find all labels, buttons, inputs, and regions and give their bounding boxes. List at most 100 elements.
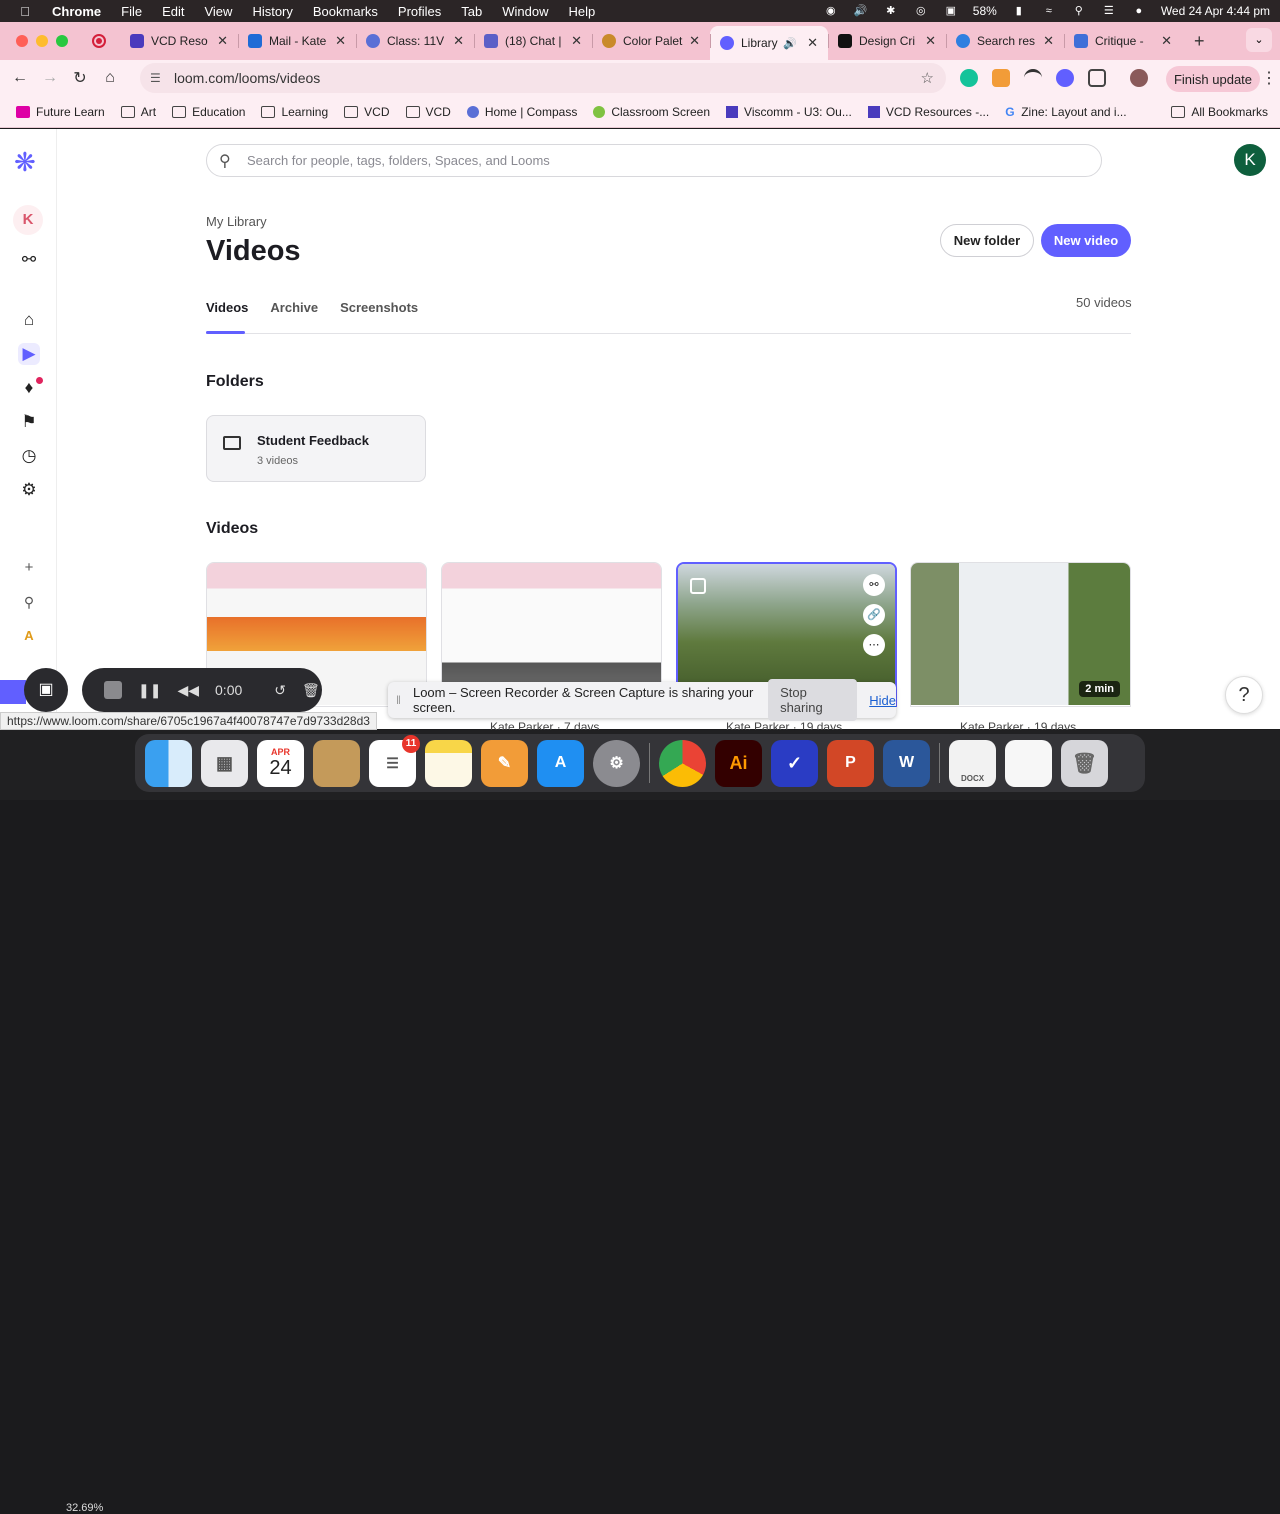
loom-extension-icon[interactable] (1056, 69, 1074, 87)
help-question-icon[interactable]: ? (1225, 676, 1263, 714)
bookmark-folder[interactable]: Education (172, 105, 245, 119)
rewind-icon[interactable]: ◀◀ (177, 682, 199, 699)
settings-gear-icon[interactable]: ⚙ (18, 479, 40, 501)
close-tab-icon[interactable]: ✕ (925, 33, 936, 49)
pause-icon[interactable]: ❚❚ (138, 682, 161, 699)
browser-tab[interactable]: Color Palet ✕ (592, 26, 710, 56)
minimize-window-button[interactable] (36, 35, 48, 47)
browser-tab[interactable]: (18) Chat | ✕ (474, 26, 592, 56)
documents-stack-icon[interactable] (1005, 739, 1052, 787)
user-avatar[interactable]: K (1234, 144, 1266, 176)
copy-link-icon[interactable]: 🔗 (863, 604, 885, 626)
loom-logo-icon[interactable]: ❋ (14, 147, 36, 178)
video-card[interactable]: 2 min (910, 562, 1131, 707)
select-checkbox[interactable] (690, 578, 706, 594)
browser-tab[interactable]: Mail - Kate ✕ (238, 26, 356, 56)
launchpad-icon[interactable]: ▦ (201, 739, 248, 787)
display-icon[interactable]: ▣ (943, 5, 959, 17)
all-bookmarks[interactable]: All Bookmarks (1171, 105, 1268, 119)
drag-handle-icon[interactable]: ‖ (396, 693, 401, 707)
pages-icon[interactable]: ✎ (481, 739, 528, 787)
notes-icon[interactable] (425, 739, 472, 787)
menu-bookmarks[interactable]: Bookmarks (313, 4, 378, 19)
extensions-puzzle-icon[interactable] (1088, 69, 1106, 87)
address-bar[interactable]: ☰ loom.com/looms/videos ☆ (140, 63, 946, 93)
library-icon[interactable]: ▶ (18, 343, 40, 365)
close-tab-icon[interactable]: ✕ (689, 33, 700, 49)
bookmark-folder[interactable]: Art (120, 105, 156, 119)
browser-tab-active[interactable]: Library 🔊 ✕ (710, 26, 828, 60)
menu-window[interactable]: Window (502, 4, 548, 19)
reminders-icon[interactable]: ☰ 11 (369, 734, 420, 787)
bookmark-classroom-screen[interactable]: Classroom Screen (593, 105, 710, 119)
chrome-menu-icon[interactable]: ⋮ (1261, 68, 1277, 88)
menu-app-name[interactable]: Chrome (52, 4, 101, 19)
menu-history[interactable]: History (252, 4, 292, 19)
control-center-icon[interactable]: ☰ (1101, 5, 1117, 17)
calendar-icon[interactable]: APR 24 (257, 739, 304, 787)
wifi-icon[interactable]: ≈ (1041, 5, 1057, 17)
apple-icon[interactable]:  (16, 4, 34, 19)
powerpoint-icon[interactable]: P (827, 739, 874, 787)
bookmark-viscomm[interactable]: Viscomm - U3: Ou... (726, 105, 852, 119)
close-tab-icon[interactable]: ✕ (453, 33, 464, 49)
bookmark-star-icon[interactable]: ☆ (921, 69, 934, 87)
system-settings-icon[interactable]: ⚙ (593, 739, 640, 787)
volume-icon[interactable]: 🔊 (853, 5, 869, 17)
new-video-button[interactable]: New video (1041, 224, 1131, 257)
app-store-icon[interactable]: A (537, 739, 584, 787)
close-tab-icon[interactable]: ✕ (571, 33, 582, 49)
account-a-icon[interactable]: A (18, 625, 40, 647)
browser-tab[interactable]: Search res ✕ (946, 26, 1064, 56)
menu-view[interactable]: View (204, 4, 232, 19)
bookmark-folder[interactable]: VCD (344, 105, 390, 119)
bookmark-compass[interactable]: Home | Compass (466, 105, 577, 119)
tab-videos[interactable]: Videos (206, 300, 248, 315)
airdrop-icon[interactable]: ◎ (913, 5, 929, 17)
new-tab-plus-icon[interactable]: + (1194, 31, 1205, 52)
more-options-icon[interactable]: ⋯ (863, 634, 885, 656)
extension-badge-icon[interactable] (992, 69, 1010, 87)
menu-profiles[interactable]: Profiles (398, 4, 441, 19)
finish-update-button[interactable]: Finish update (1166, 66, 1260, 92)
camera-toggle-icon[interactable]: ▣ (24, 668, 68, 712)
tab-screenshots[interactable]: Screenshots (340, 300, 418, 315)
bluetooth-icon[interactable]: ✱ (883, 5, 899, 17)
home-icon[interactable]: ⌂ (18, 309, 40, 331)
breadcrumb[interactable]: My Library (206, 214, 267, 229)
bookmark-vcd-resources[interactable]: VCD Resources -... (867, 105, 989, 119)
address-bar-url[interactable]: loom.com/looms/videos (174, 70, 320, 86)
bookmark-icon[interactable]: ⚑ (18, 411, 40, 433)
browser-tab[interactable]: Design Cri ✕ (828, 26, 946, 56)
screen-share-icon[interactable]: ◉ (823, 5, 839, 17)
menu-help[interactable]: Help (569, 4, 596, 19)
maximize-window-button[interactable] (56, 35, 68, 47)
menu-file[interactable]: File (121, 4, 142, 19)
close-tab-icon[interactable]: ✕ (335, 33, 346, 49)
stop-sharing-button[interactable]: Stop sharing (768, 679, 858, 721)
close-tab-icon[interactable]: ✕ (1043, 33, 1054, 49)
browser-tab[interactable]: VCD Reso ✕ (120, 26, 238, 56)
workspace-avatar[interactable]: K (13, 205, 43, 235)
bookmark-folder[interactable]: Learning (261, 105, 328, 119)
browser-tab[interactable]: Class: 11V ✕ (356, 26, 474, 56)
extension-arc-icon[interactable] (1024, 69, 1042, 87)
close-tab-icon[interactable]: ✕ (1161, 33, 1172, 49)
browser-tab[interactable]: Critique - ✕ (1064, 26, 1182, 56)
illustrator-icon[interactable]: Ai (715, 739, 762, 787)
back-arrow-icon[interactable]: ← (10, 69, 30, 87)
stop-recording-button[interactable] (104, 681, 122, 699)
battery-icon[interactable]: ▮ (1011, 5, 1027, 17)
siri-icon[interactable]: ● (1131, 5, 1147, 17)
tab-search-chevron-icon[interactable]: ⌄ (1246, 28, 1272, 52)
forward-arrow-icon[interactable]: → (40, 69, 60, 87)
tab-archive[interactable]: Archive (270, 300, 318, 315)
share-people-icon[interactable]: ⚯ (863, 574, 885, 596)
delete-trash-icon[interactable]: 🗑 (302, 682, 320, 699)
menu-edit[interactable]: Edit (162, 4, 184, 19)
chrome-icon[interactable] (659, 739, 706, 787)
finder-icon[interactable] (145, 739, 192, 787)
restart-icon[interactable]: ↺ (274, 682, 286, 699)
menu-tab[interactable]: Tab (461, 4, 482, 19)
video-thumbnail[interactable]: 2 min (911, 563, 1130, 705)
